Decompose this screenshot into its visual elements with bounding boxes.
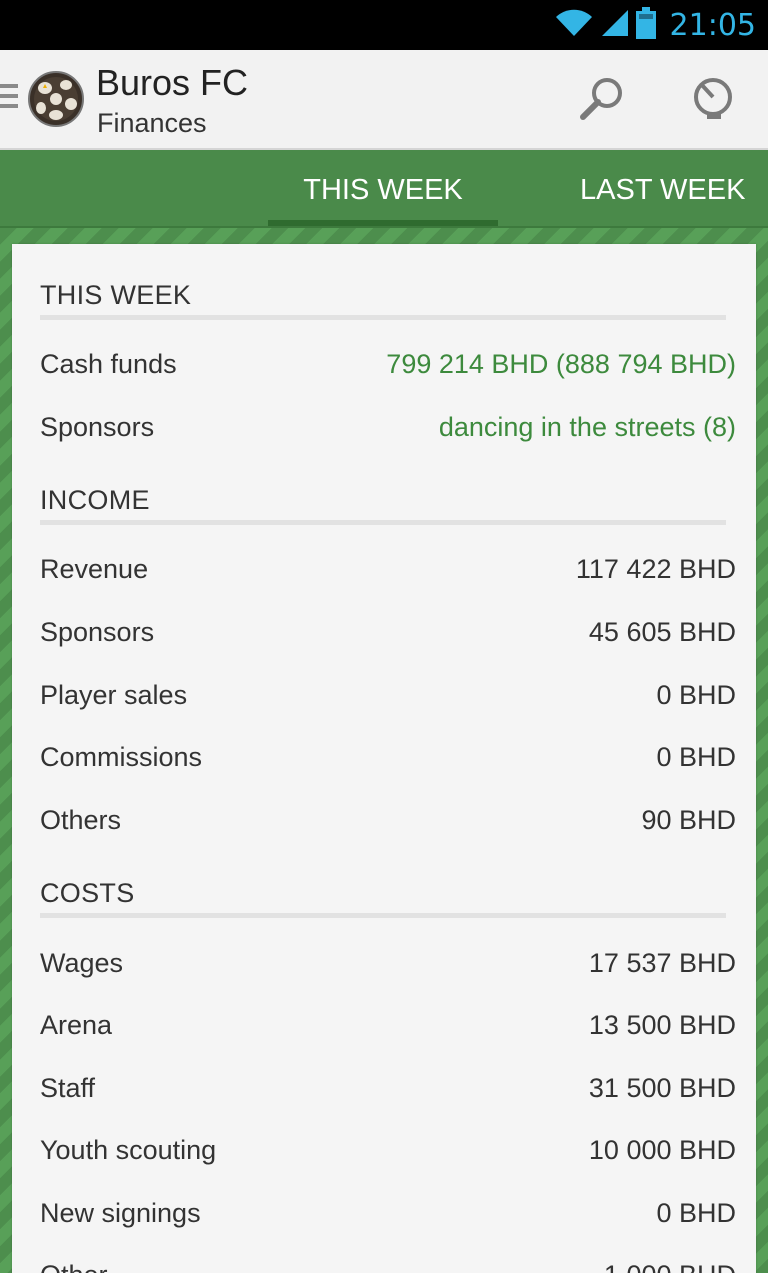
club-logo[interactable] bbox=[28, 68, 84, 130]
tab-bar: THIS WEEK LAST WEEK bbox=[0, 152, 768, 228]
club-name: Buros FC bbox=[96, 62, 249, 103]
tab-selected-indicator bbox=[268, 220, 498, 226]
row-value-income-sponsors: 45 605 BHD bbox=[588, 617, 736, 647]
search-icon bbox=[577, 73, 627, 128]
row-value-staff: 31 500 BHD bbox=[588, 1073, 736, 1103]
status-bar: 21:05 bbox=[0, 0, 768, 50]
tab-last-week[interactable]: LAST WEEK bbox=[580, 152, 768, 228]
section-title-income: INCOME bbox=[40, 485, 150, 515]
row-value-cash-funds: 799 214 BHD (888 794 BHD) bbox=[386, 349, 736, 379]
section-divider bbox=[40, 520, 726, 525]
row-value-youth-scouting: 10 000 BHD bbox=[588, 1135, 736, 1165]
row-label-youth-scouting: Youth scouting bbox=[40, 1135, 217, 1165]
row-label-commissions: Commissions bbox=[40, 742, 203, 772]
row-label-staff: Staff bbox=[40, 1073, 96, 1103]
row-label-player-sales: Player sales bbox=[40, 680, 188, 710]
action-bar: Buros FC Finances bbox=[0, 50, 768, 150]
row-value-other: 1 000 BHD bbox=[604, 1260, 736, 1273]
row-value-arena: 13 500 BHD bbox=[588, 1010, 736, 1040]
screen-subtitle: Finances bbox=[97, 108, 207, 138]
wifi-icon bbox=[554, 8, 594, 43]
whistle-icon bbox=[687, 73, 737, 128]
row-value-new-signings: 0 BHD bbox=[656, 1198, 736, 1228]
search-button[interactable] bbox=[574, 72, 630, 128]
finance-card: THIS WEEK Cash funds 799 214 BHD (888 79… bbox=[12, 244, 756, 1273]
row-value-others: 90 BHD bbox=[641, 805, 736, 835]
battery-icon bbox=[635, 6, 656, 44]
row-label-new-signings: New signings bbox=[40, 1198, 201, 1228]
signal-icon bbox=[600, 8, 630, 43]
row-label-sponsors: Sponsors bbox=[40, 412, 155, 442]
row-value-player-sales: 0 BHD bbox=[656, 680, 736, 710]
section-divider bbox=[40, 913, 726, 918]
tab-this-week[interactable]: THIS WEEK bbox=[268, 152, 498, 228]
row-label-others: Others bbox=[40, 805, 122, 835]
section-divider bbox=[40, 315, 726, 320]
row-label-wages: Wages bbox=[40, 948, 124, 978]
menu-icon[interactable] bbox=[0, 84, 18, 114]
row-label-arena: Arena bbox=[40, 1010, 113, 1040]
row-label-revenue: Revenue bbox=[40, 554, 149, 584]
row-value-wages: 17 537 BHD bbox=[588, 948, 736, 978]
status-icons: 21:05 bbox=[554, 0, 756, 50]
row-value-revenue: 117 422 BHD bbox=[575, 554, 736, 584]
section-title-costs: COSTS bbox=[40, 878, 135, 908]
row-label-income-sponsors: Sponsors bbox=[40, 617, 155, 647]
section-title-this-week: THIS WEEK bbox=[40, 280, 192, 310]
row-label-other: Other bbox=[40, 1260, 108, 1273]
row-value-commissions: 0 BHD bbox=[656, 742, 736, 772]
row-label-cash-funds: Cash funds bbox=[40, 349, 177, 379]
row-value-sponsors: dancing in the streets (8) bbox=[438, 412, 736, 442]
status-time: 21:05 bbox=[669, 7, 756, 43]
whistle-button[interactable] bbox=[684, 72, 740, 128]
